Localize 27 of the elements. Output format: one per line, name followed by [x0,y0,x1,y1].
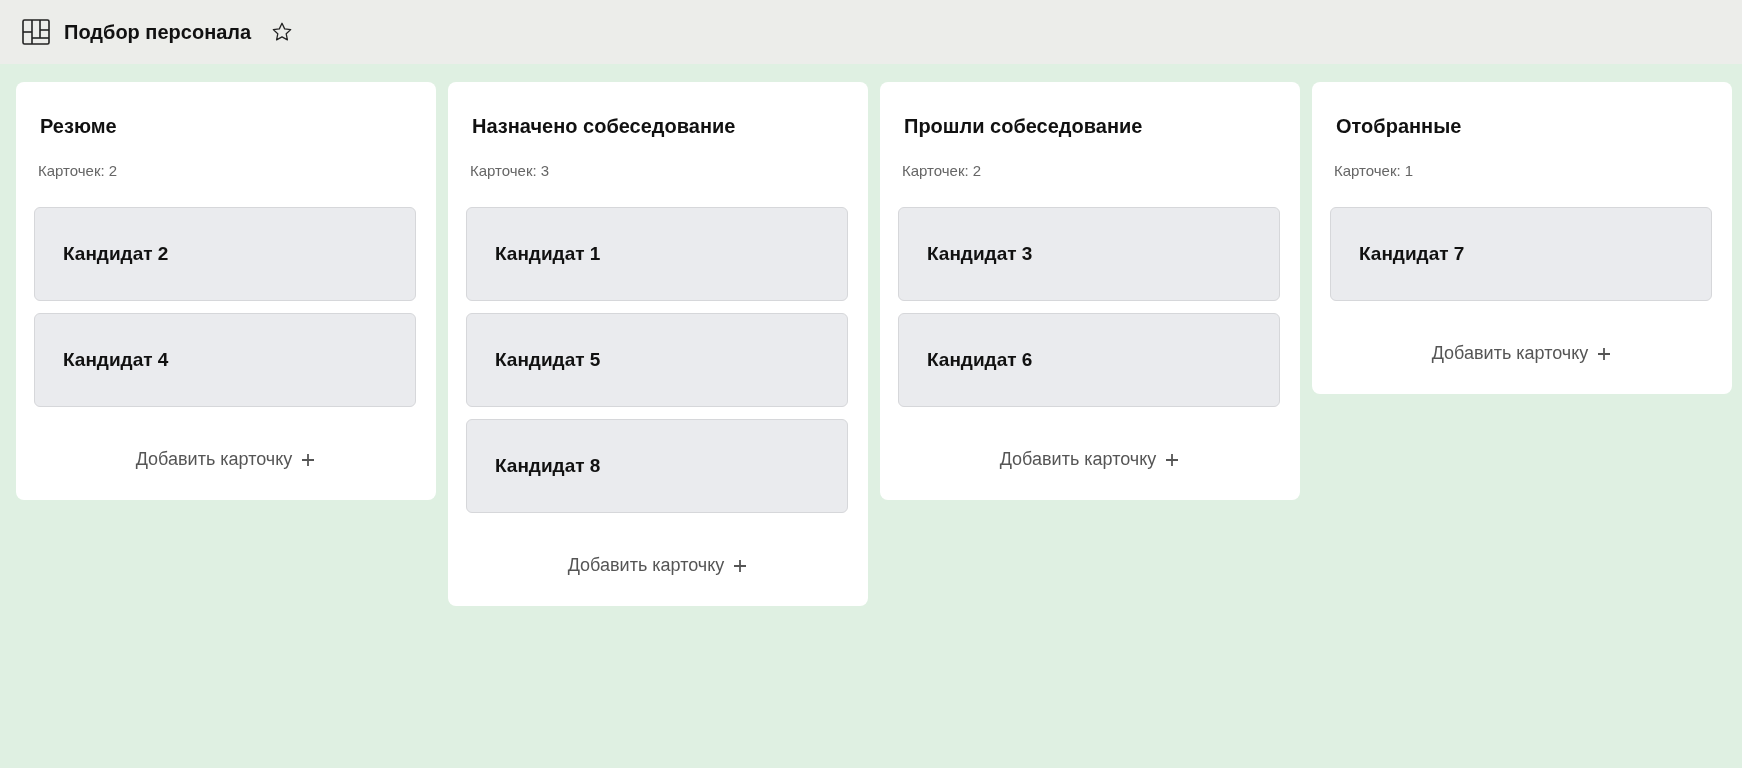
plus-icon [1166,453,1179,466]
card-count: Карточек: 3 [470,162,551,179]
card-count: Карточек: 1 [1334,162,1415,179]
add-card-button[interactable]: Добавить карточку [563,553,751,578]
plus-icon [1598,347,1611,360]
plus-icon [734,559,747,572]
card-count: Карточек: 2 [38,162,119,179]
candidate-card[interactable]: Кандидат 4 [34,313,416,407]
candidate-card[interactable]: Кандидат 8 [466,419,848,513]
column-title: Назначено собеседование [472,115,737,138]
candidate-card[interactable]: Кандидат 2 [34,207,416,301]
card-count: Карточек: 2 [902,162,983,179]
candidate-card[interactable]: Кандидат 3 [898,207,1280,301]
favorite-star-icon[interactable] [271,21,294,43]
candidate-card[interactable]: Кандидат 1 [466,207,848,301]
add-card-button[interactable]: Добавить карточку [131,447,319,472]
column-title: Отобранные [1336,115,1463,138]
candidate-card[interactable]: Кандидат 7 [1330,207,1712,301]
add-card-button[interactable]: Добавить карточку [1427,341,1615,366]
board-layout-icon [22,18,50,46]
candidate-card[interactable]: Кандидат 6 [898,313,1280,407]
column-title: Прошли собеседование [904,115,1144,138]
add-card-button[interactable]: Добавить карточку [995,447,1183,472]
candidate-card[interactable]: Кандидат 5 [466,313,848,407]
column-title: Резюме [40,115,118,138]
board-title: Подбор персонала [64,20,252,44]
plus-icon [302,453,315,466]
